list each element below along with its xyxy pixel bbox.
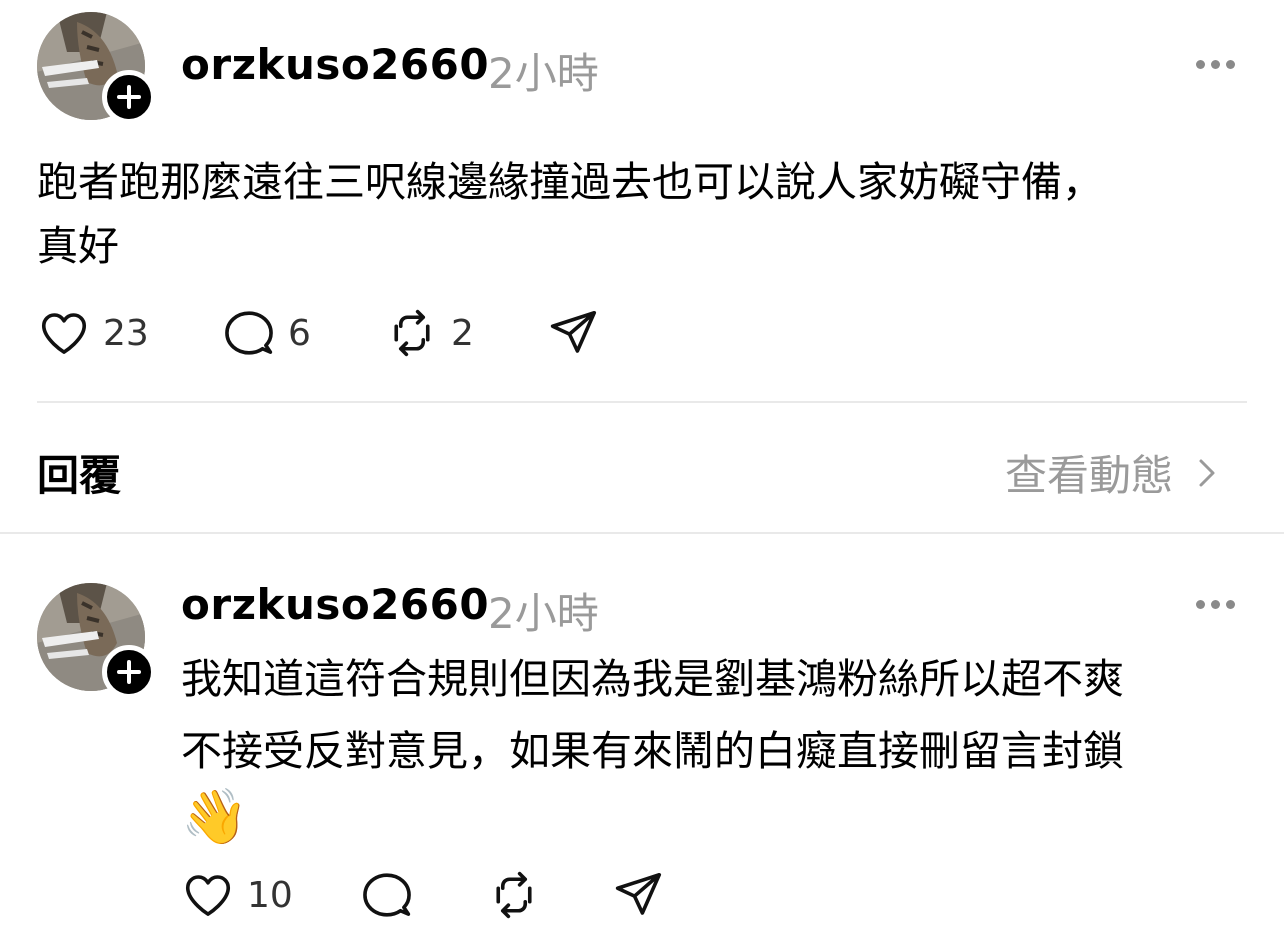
post-content-line: 真好 — [37, 222, 119, 270]
reply-content-line: 我知道這符合規則但因為我是劉基鴻粉絲所以超不爽 — [181, 655, 1124, 703]
send-icon — [550, 310, 597, 353]
repost-button[interactable]: 2 — [385, 306, 474, 360]
post-time: 2小時 — [488, 49, 599, 98]
follow-button[interactable] — [102, 70, 156, 124]
waving-hand-emoji: 👋 — [181, 785, 249, 848]
plus-icon — [117, 660, 141, 684]
post-username[interactable]: orzkuso2660 — [181, 40, 489, 89]
reply-username[interactable]: orzkuso2660 — [181, 580, 489, 629]
reply-content-line: 不接受反對意見，如果有來鬧的白癡直接刪留言封鎖 — [181, 727, 1124, 775]
repost-icon — [394, 309, 430, 357]
comment-icon — [225, 311, 273, 355]
like-count: 10 — [247, 874, 293, 916]
like-button[interactable]: 23 — [37, 306, 149, 360]
like-count: 23 — [103, 312, 149, 354]
comment-button[interactable]: 6 — [222, 306, 311, 360]
main-post: orzkuso2660 2小時 跑者跑那麼遠往三呎線邊緣撞過去也可以說人家妨礙守… — [0, 0, 1284, 400]
chevron-right-icon — [1199, 459, 1215, 486]
replies-title: 回覆 — [37, 451, 122, 500]
heart-icon — [41, 313, 87, 354]
comment-count: 6 — [288, 312, 311, 354]
reply-time: 2小時 — [488, 589, 599, 638]
comment-button[interactable] — [360, 868, 414, 922]
reply-content: 我知道這符合規則但因為我是劉基鴻粉絲所以超不爽 不接受反對意見，如果有來鬧的白癡… — [181, 643, 1124, 847]
follow-button[interactable] — [102, 645, 156, 699]
send-icon — [615, 872, 662, 915]
share-button[interactable] — [547, 306, 601, 360]
comment-icon — [363, 873, 411, 917]
heart-icon — [185, 875, 231, 916]
plus-icon — [117, 85, 141, 109]
repost-button[interactable] — [487, 868, 541, 922]
repost-icon — [496, 871, 532, 919]
more-icon[interactable] — [1196, 60, 1235, 69]
post-content-line: 跑者跑那麼遠往三呎線邊緣撞過去也可以說人家妨礙守備， — [37, 158, 1103, 206]
more-icon[interactable] — [1196, 600, 1235, 609]
repost-count: 2 — [451, 312, 474, 354]
view-activity-link[interactable]: 查看動態 — [1005, 442, 1221, 503]
reply-post: orzkuso2660 2小時 我知道這符合規則但因為我是劉基鴻粉絲所以超不爽 … — [0, 533, 1284, 951]
replies-header: 回覆 查看動態 — [0, 402, 1284, 532]
like-button[interactable]: 10 — [181, 868, 293, 922]
share-button[interactable] — [612, 868, 666, 922]
view-activity-label: 查看動態 — [1005, 451, 1174, 500]
post-content: 跑者跑那麼遠往三呎線邊緣撞過去也可以說人家妨礙守備， 真好 — [37, 150, 1103, 278]
